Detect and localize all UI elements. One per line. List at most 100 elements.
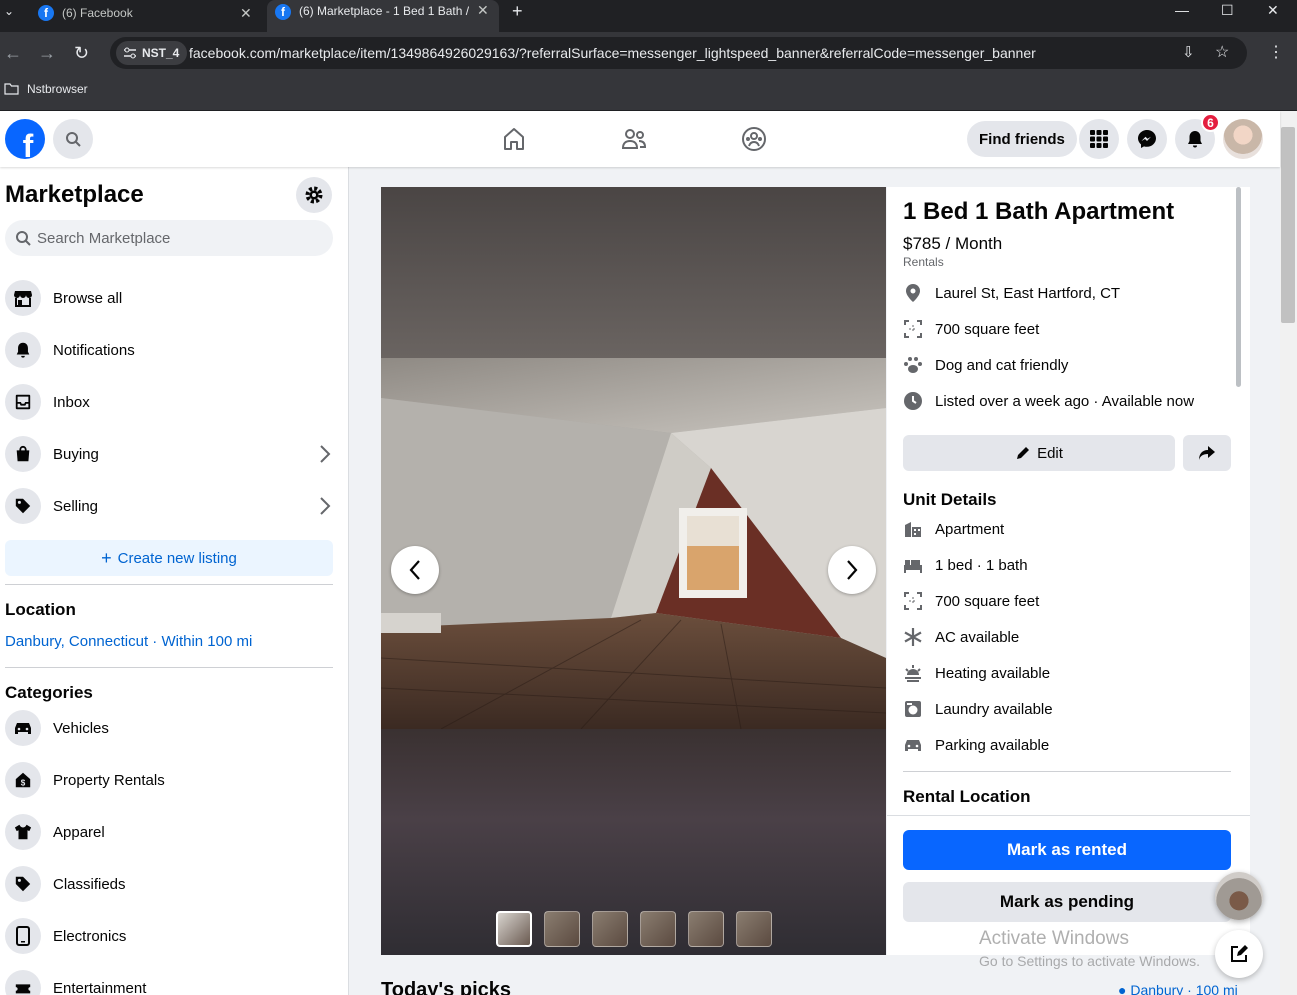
listing-category[interactable]: Rentals — [903, 255, 944, 269]
heat-icon — [903, 663, 923, 683]
info-text: Dog and cat friendly — [935, 356, 1069, 374]
next-photo-button[interactable] — [828, 546, 876, 594]
messenger-button[interactable] — [1127, 119, 1167, 159]
mark-as-rented-button[interactable]: Mark as rented — [903, 830, 1231, 870]
photo-thumbnails — [496, 911, 772, 947]
mark-as-pending-button[interactable]: Mark as pending — [903, 882, 1231, 922]
sidebar-item-selling[interactable]: Selling — [5, 482, 335, 530]
share-button[interactable] — [1183, 435, 1231, 471]
new-message-button[interactable] — [1215, 930, 1263, 978]
folder-icon — [4, 83, 19, 95]
svg-text:$: $ — [21, 778, 26, 787]
previous-photo-button[interactable] — [391, 546, 439, 594]
home-tab[interactable] — [498, 123, 530, 155]
sidebar-title: Marketplace — [5, 181, 144, 208]
search-button[interactable] — [53, 119, 93, 159]
home-icon — [504, 128, 524, 150]
details-scrollbar[interactable] — [1236, 187, 1241, 387]
unit-detail-text: 700 square feet — [935, 592, 1040, 610]
info-text[interactable]: Laurel St, East Hartford, CT — [935, 285, 1120, 302]
notification-count-badge: 6 — [1201, 113, 1220, 132]
groups-tab[interactable] — [738, 123, 770, 155]
menu-button[interactable] — [1079, 119, 1119, 159]
activate-windows-watermark: Activate Windows — [979, 928, 1129, 949]
unit-detail-parking: Parking available — [903, 733, 1049, 757]
photo-thumbnail[interactable] — [544, 911, 580, 947]
unit-detail-type: Apartment — [903, 517, 1004, 541]
new-tab-icon[interactable]: + — [512, 1, 523, 22]
info-listed: Listed over a week ago · Available now — [903, 389, 1194, 413]
sidebar-item-inbox[interactable]: Inbox — [5, 378, 335, 426]
unit-detail-text: 1 bed · 1 bath — [935, 556, 1028, 574]
url-text[interactable]: facebook.com/marketplace/item/1349864926… — [189, 45, 1036, 61]
category-label: Electronics — [53, 927, 127, 945]
page-scrollbar-thumb[interactable] — [1281, 127, 1295, 323]
close-window-icon[interactable]: ✕ — [1267, 2, 1279, 19]
bag-icon — [5, 436, 41, 472]
facebook-favicon-icon: f — [38, 5, 54, 21]
divider — [5, 584, 333, 585]
browser-tab-facebook[interactable]: f (6) Facebook ✕ — [38, 2, 258, 24]
tab-search-chevron-icon[interactable]: ⌄ — [4, 4, 14, 18]
settings-button[interactable] — [296, 177, 332, 213]
info-area: 700 square feet — [903, 317, 1039, 341]
tab-title: (6) Facebook — [62, 6, 133, 20]
sidebar-item-browse-all[interactable]: Browse all — [5, 274, 335, 322]
listing-photo[interactable] — [381, 358, 886, 729]
close-tab-icon[interactable]: ✕ — [477, 2, 489, 19]
profile-chip[interactable]: NST_4 — [116, 41, 188, 65]
main-content: 1 Bed 1 Bath Apartment $785 / Month Rent… — [350, 167, 1280, 995]
maximize-icon[interactable]: ☐ — [1221, 2, 1234, 19]
photo-thumbnail[interactable] — [592, 911, 628, 947]
profile-avatar[interactable] — [1223, 119, 1263, 159]
category-property-rentals[interactable]: $ Property Rentals — [5, 756, 335, 804]
photo-thumbnail[interactable] — [640, 911, 676, 947]
location-link[interactable]: Danbury, Connecticut · Within 100 mi — [5, 633, 252, 650]
unit-detail-text: Apartment — [935, 520, 1005, 538]
sidebar-item-buying[interactable]: Buying — [5, 430, 335, 478]
sidebar-item-notifications[interactable]: Notifications — [5, 326, 335, 374]
feed-location-link[interactable]: ● Danbury · 100 mi — [1118, 982, 1238, 995]
photo-thumbnail[interactable] — [736, 911, 772, 947]
forward-icon[interactable]: → — [38, 43, 56, 64]
sidebar-item-label: Browse all — [53, 289, 123, 307]
facebook-logo-icon[interactable]: f — [5, 119, 45, 159]
bookmark-star-icon[interactable]: ☆ — [1215, 42, 1229, 62]
building-icon — [903, 519, 923, 539]
photo-thumbnail[interactable] — [688, 911, 724, 947]
marketplace-search[interactable] — [5, 220, 333, 256]
category-electronics[interactable]: Electronics — [5, 912, 335, 960]
grid-menu-icon — [1090, 130, 1108, 148]
marketplace-sidebar: Marketplace Browse all Notifications Inb… — [0, 167, 349, 995]
unit-detail-text: Heating available — [935, 664, 1051, 682]
address-bar[interactable]: NST_4 facebook.com/marketplace/item/1349… — [110, 37, 1247, 69]
bell-icon — [1188, 131, 1202, 148]
category-apparel[interactable]: Apparel — [5, 808, 335, 856]
friends-tab[interactable] — [618, 123, 650, 155]
category-entertainment[interactable]: Entertainment — [5, 964, 335, 995]
apartment-photo-image — [381, 358, 886, 729]
minimize-icon[interactable]: — — [1175, 2, 1189, 18]
sidebar-item-label: Selling — [53, 497, 99, 515]
search-icon — [16, 231, 31, 246]
chat-head-avatar[interactable] — [1215, 872, 1263, 920]
tune-icon — [124, 47, 136, 59]
edit-listing-button[interactable]: Edit — [903, 435, 1175, 471]
close-tab-icon[interactable]: ✕ — [240, 5, 252, 22]
reload-icon[interactable]: ↻ — [74, 43, 89, 64]
create-listing-button[interactable]: + Create new listing — [5, 540, 333, 576]
profile-chip-label: NST_4 — [142, 46, 180, 60]
find-friends-button[interactable]: Find friends — [967, 121, 1077, 157]
gear-icon — [305, 186, 323, 204]
browser-tab-marketplace[interactable]: f (6) Marketplace - 1 Bed 1 Bath / ✕ — [267, 0, 499, 32]
photo-thumbnail[interactable] — [496, 911, 532, 947]
category-vehicles[interactable]: Vehicles — [5, 704, 335, 752]
bookmark-folder[interactable]: Nstbrowser — [4, 82, 88, 96]
search-input[interactable] — [37, 229, 317, 247]
install-app-icon[interactable]: ⇩ — [1182, 43, 1195, 61]
washer-icon — [903, 699, 923, 719]
unit-detail-laundry: Laundry available — [903, 697, 1053, 721]
back-icon[interactable]: ← — [4, 43, 22, 64]
category-classifieds[interactable]: Classifieds — [5, 860, 335, 908]
browser-menu-icon[interactable]: ⋮ — [1268, 42, 1284, 62]
